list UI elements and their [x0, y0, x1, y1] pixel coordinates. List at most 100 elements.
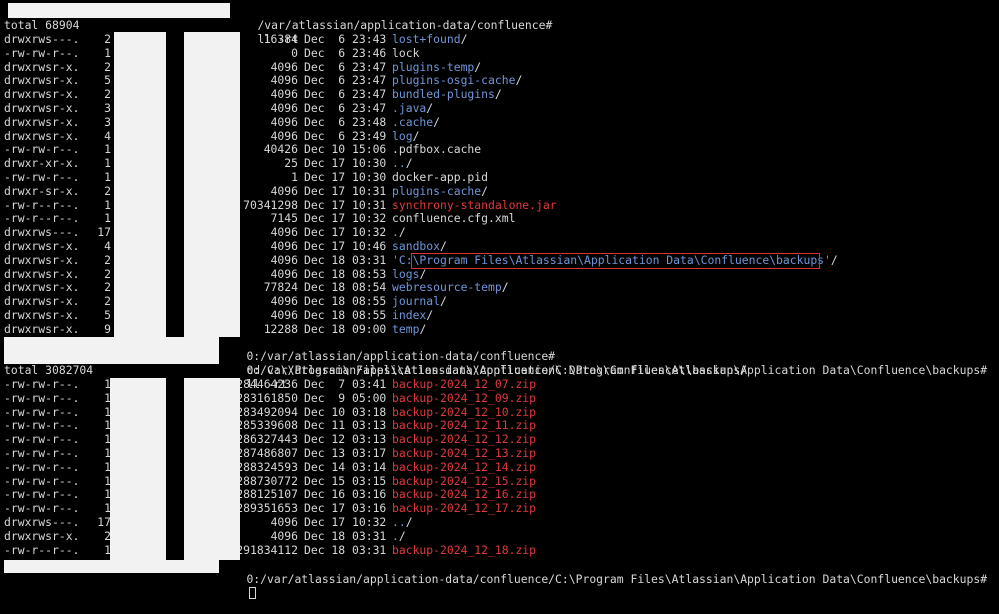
file-name: backup-2024_12_11.zip: [392, 418, 537, 433]
file-permissions: -rw-rw-r--.: [4, 170, 80, 184]
link-count: 1: [104, 542, 111, 557]
file-suffix: /: [501, 280, 509, 295]
file-name: .: [392, 225, 399, 240]
file-entry: backup-2024_12_12.zip: [392, 432, 537, 447]
file-name: temp: [392, 321, 420, 336]
link-count: 2: [104, 183, 111, 198]
file-name: plugins-cache: [392, 183, 482, 198]
link-count: 2: [104, 294, 111, 309]
file-permissions: -rw-rw-r--.: [4, 459, 80, 474]
link-count: 1: [104, 197, 111, 212]
file-date: Dec 17 10:30: [304, 156, 387, 171]
file-entry: sandbox/: [392, 239, 447, 254]
file-entry: lost+found/: [392, 32, 467, 47]
file-name: backup-2024_12_12.zip: [392, 432, 537, 447]
file-date: Dec 11 03:13: [304, 418, 387, 433]
file-name: docker-app.pid: [392, 170, 489, 184]
file-entry: webresource-temp/: [392, 280, 509, 295]
file-entry: docker-app.pid: [392, 170, 489, 185]
file-suffix: /: [426, 101, 434, 115]
prompt-line-2: 0:/var/atlassian/application-data/conflu…: [219, 336, 747, 377]
file-date: Dec 6 23:47: [304, 101, 387, 115]
file-date: Dec 6 23:47: [304, 73, 387, 88]
prompt-line-3: 0:/var/atlassian/application-data/conflu…: [219, 350, 987, 391]
file-name: confluence.cfg.xml: [392, 211, 516, 226]
file-entry: journal/: [392, 294, 447, 309]
file-entry: log/: [392, 128, 419, 144]
file-permissions: -rw-rw-r--.: [4, 473, 80, 488]
file-permissions: -rw-r--r--.: [4, 542, 80, 557]
file-suffix: /: [440, 239, 447, 253]
file-permissions: -rw-r--r--.: [4, 211, 80, 226]
file-date: Dec 10 15:06: [304, 142, 387, 157]
link-count: 1: [104, 487, 111, 502]
file-date: Dec 12 03:13: [304, 432, 387, 447]
file-date: Dec 14 03:14: [304, 459, 387, 474]
link-count: 1: [104, 404, 111, 419]
file-date: Dec 17 10:32: [304, 225, 387, 240]
file-suffix: /: [405, 156, 413, 171]
file-name: backup-2024_12_18.zip: [392, 542, 537, 557]
link-count: 1: [104, 377, 111, 391]
file-date: Dec 17 10:32: [304, 211, 387, 226]
prompt-path: 0:/var/atlassian/application-data/conflu…: [246, 362, 988, 377]
file-date: Dec 6 23:47: [304, 87, 387, 102]
file-name: plugins-temp: [392, 59, 475, 74]
file-suffix: /: [426, 308, 434, 322]
link-count: 1: [104, 473, 111, 488]
file-name: log: [392, 128, 413, 143]
file-name: lost+found: [392, 32, 461, 46]
link-count: 2: [104, 280, 111, 295]
file-date: Dec 18 03:31: [304, 252, 387, 267]
link-count: 1: [104, 459, 111, 474]
file-name: plugins-osgi-cache: [392, 73, 516, 88]
file-name: backup-2024_12_07.zip: [392, 377, 537, 391]
file-date: Dec 18 03:31: [304, 528, 387, 543]
link-count: 3: [104, 101, 111, 115]
prompt-line-4[interactable]: 0:/var/atlassian/application-data/conflu…: [219, 559, 987, 599]
file-suffix: /: [405, 515, 413, 529]
file-permissions: -rw-r--r--.: [4, 197, 80, 212]
file-name: .pdfbox.cache: [392, 142, 482, 157]
link-count: 2: [104, 266, 111, 281]
link-count: 2: [104, 59, 111, 74]
terminal-window[interactable]: /var/atlassian/application-data/confluen…: [0, 0, 999, 599]
file-entry: backup-2024_12_10.zip: [392, 405, 536, 420]
file-date: Dec 16 03:16: [304, 487, 387, 502]
link-count: 5: [104, 73, 111, 88]
file-entry: backup-2024_12_18.zip: [392, 542, 537, 558]
file-name: journal: [392, 294, 441, 309]
file-entry: .cache/: [392, 114, 441, 130]
file-name: bundled-plugins: [392, 87, 495, 102]
redaction-host-3: [4, 560, 219, 573]
total-line-1: total 68904: [4, 18, 80, 32]
file-permissions: drwxrws---.: [4, 515, 80, 529]
file-name: backup-2024_12_15.zip: [392, 473, 537, 488]
file-date: Dec 18 08:54: [304, 280, 387, 295]
file-permissions: drwxrwsr-x.: [4, 280, 80, 295]
file-entry: index/: [392, 308, 434, 323]
file-permissions: drwxrwsr-x.: [4, 239, 80, 253]
file-date: Dec 18 09:00: [304, 321, 387, 336]
link-count: 1: [104, 432, 111, 447]
file-entry: plugins-osgi-cache/: [392, 73, 522, 88]
file-permissions: -rw-rw-r--.: [4, 45, 80, 60]
file-entry: temp/: [392, 321, 426, 337]
file-permissions: drwxrwsr-x.: [4, 73, 80, 88]
prompt-line-1: /var/atlassian/application-data/confluen…: [230, 5, 552, 46]
file-suffix: /: [440, 294, 447, 309]
redaction-host-1: [8, 3, 230, 18]
file-suffix: /: [433, 114, 441, 129]
file-name: lock: [392, 45, 420, 60]
link-count: 17: [97, 225, 111, 240]
file-entry: backup-2024_12_17.zip: [392, 501, 536, 516]
file-name: backup-2024_12_13.zip: [392, 446, 537, 460]
file-entry: .java/: [392, 101, 434, 116]
file-permissions: -rw-rw-r--.: [4, 432, 80, 447]
file-entry: plugins-temp/: [392, 59, 481, 75]
file-permissions: drwxrwsr-x.: [4, 294, 80, 309]
file-entry: ../: [392, 156, 413, 171]
link-count: 1: [104, 446, 111, 460]
file-entry: backup-2024_12_14.zip: [392, 460, 536, 475]
file-permissions: -rw-rw-r--.: [4, 501, 80, 516]
